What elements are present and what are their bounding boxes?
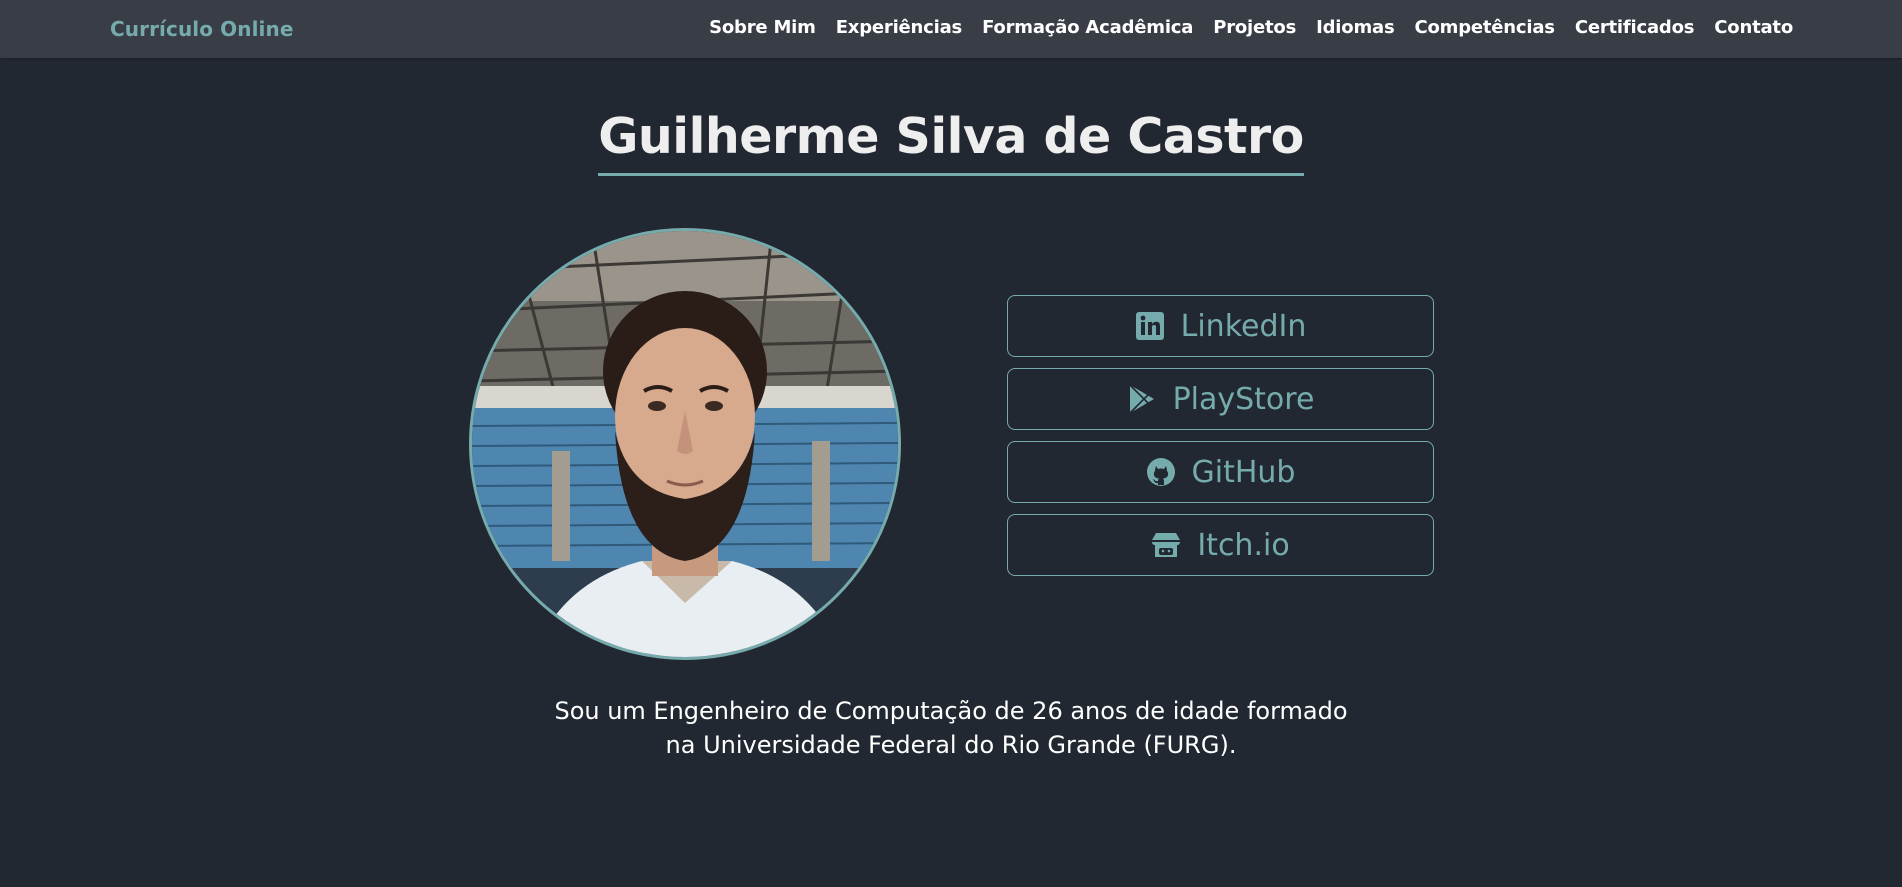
nav-link-idiomas[interactable]: Idiomas: [1316, 17, 1395, 38]
page-title-wrapper: Guilherme Silva de Castro: [0, 108, 1902, 176]
nav-link-certificados[interactable]: Certificados: [1575, 17, 1695, 38]
nav-link-experiencias[interactable]: Experiências: [836, 17, 963, 38]
github-label: GitHub: [1191, 454, 1296, 490]
itchio-icon: [1151, 530, 1181, 560]
about-text: Sou um Engenheiro de Computação de 26 an…: [0, 694, 1902, 762]
social-links: LinkedIn PlayStore GitHub Itch.io: [1007, 295, 1434, 587]
navbar: Currículo Online Sobre Mim Experiências …: [0, 0, 1902, 58]
itchio-button[interactable]: Itch.io: [1007, 514, 1434, 576]
page-title: Guilherme Silva de Castro: [598, 108, 1304, 176]
playstore-button[interactable]: PlayStore: [1007, 368, 1434, 430]
linkedin-label: LinkedIn: [1180, 308, 1307, 344]
nav-link-contato[interactable]: Contato: [1714, 17, 1793, 38]
nav-link-competencias[interactable]: Competências: [1414, 17, 1555, 38]
nav-link-projetos[interactable]: Projetos: [1213, 17, 1296, 38]
profile-photo: [469, 228, 901, 660]
about-line-1: Sou um Engenheiro de Computação de 26 an…: [554, 697, 1348, 725]
linkedin-icon: [1135, 311, 1165, 341]
brand-link[interactable]: Currículo Online: [110, 17, 294, 41]
linkedin-button[interactable]: LinkedIn: [1007, 295, 1434, 357]
about-line-2: na Universidade Federal do Rio Grande (F…: [665, 731, 1237, 759]
playstore-icon: [1127, 384, 1157, 414]
itchio-label: Itch.io: [1197, 527, 1290, 563]
github-icon: [1146, 457, 1176, 487]
playstore-label: PlayStore: [1172, 381, 1315, 417]
nav-link-sobre-mim[interactable]: Sobre Mim: [709, 17, 816, 38]
github-button[interactable]: GitHub: [1007, 441, 1434, 503]
nav-menu: Sobre Mim Experiências Formação Acadêmic…: [689, 17, 1793, 38]
nav-link-formacao[interactable]: Formação Acadêmica: [982, 17, 1193, 38]
